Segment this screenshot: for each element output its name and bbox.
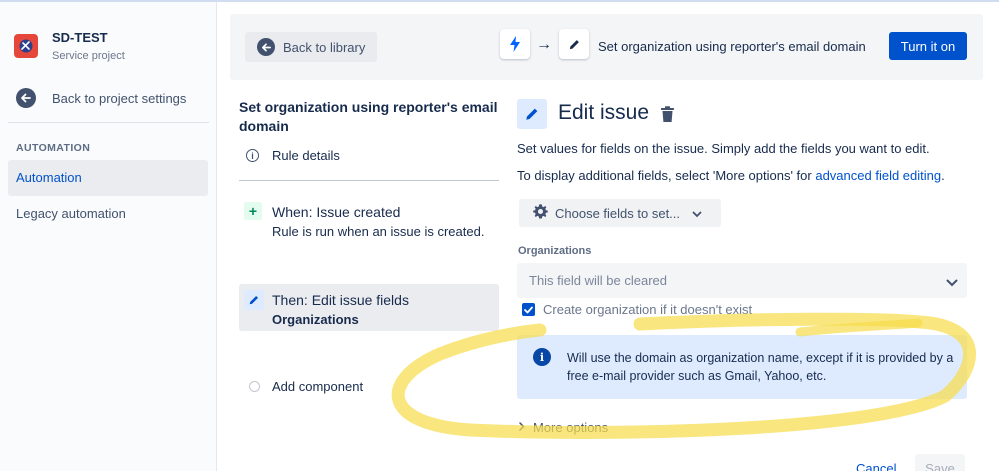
trigger-component[interactable]: + When: Issue created Rule is run when a… [239, 198, 499, 246]
back-to-library-button[interactable]: Back to library [245, 32, 378, 62]
rule-details-label: Rule details [272, 148, 340, 163]
desc2-prefix: To display additional fields, select 'Mo… [517, 168, 816, 183]
add-component-button[interactable]: Add component [249, 379, 363, 394]
info-icon: i [533, 348, 551, 366]
choose-fields-label: Choose fields to set... [555, 205, 681, 221]
project-name: SD-TEST [52, 30, 108, 45]
rule-divider [239, 180, 499, 181]
trash-icon[interactable] [660, 106, 675, 128]
back-to-library-label: Back to library [283, 39, 366, 55]
back-to-project-settings-label: Back to project settings [52, 90, 187, 106]
panel-description-2: To display additional fields, select 'Mo… [517, 168, 945, 183]
rule-details-link[interactable]: i Rule details [246, 148, 340, 163]
more-options-label: More options [533, 420, 609, 435]
action-subtitle: Organizations [272, 312, 359, 327]
circle-icon [249, 381, 260, 392]
project-header[interactable]: SD-TEST Service project [14, 30, 125, 64]
project-logo-icon [14, 34, 38, 58]
sidebar-item-automation[interactable]: Automation [8, 160, 208, 196]
create-organization-label: Create organization if it doesn't exist [543, 302, 753, 317]
lightning-icon [500, 29, 530, 59]
organizations-placeholder: This field will be cleared [529, 273, 668, 288]
gear-icon [532, 203, 549, 223]
choose-fields-dropdown[interactable]: Choose fields to set... [519, 199, 721, 227]
sidebar-item-legacy-automation[interactable]: Legacy automation [8, 196, 208, 232]
rule-toolbar: Back to library → Set organization using… [230, 14, 983, 80]
pencil-icon [244, 290, 264, 310]
toolbar-rule-title: Set organization using reporter's email … [598, 39, 866, 54]
add-component-label: Add component [272, 379, 364, 394]
trigger-title: When: Issue created [272, 204, 401, 220]
organizations-label: Organizations [518, 245, 592, 257]
trigger-subtitle: Rule is run when an issue is created. [272, 224, 485, 239]
info-message: i Will use the domain as organization na… [517, 335, 967, 399]
panel-title: Edit issue [558, 101, 650, 124]
panel-description: Set values for fields on the issue. Simp… [517, 141, 930, 156]
action-title: Then: Edit issue fields [272, 292, 409, 308]
arrow-right-icon: → [536, 36, 552, 53]
info-icon: i [246, 149, 259, 162]
info-message-text: Will use the domain as organization name… [567, 351, 954, 383]
pencil-icon [517, 99, 547, 129]
chevron-right-icon [519, 421, 525, 434]
advanced-field-editing-link[interactable]: advanced field editing [815, 168, 941, 183]
plus-icon: + [244, 202, 262, 220]
cancel-button[interactable]: Cancel [856, 461, 896, 471]
turn-it-on-button[interactable]: Turn it on [889, 32, 967, 60]
sidebar-divider [8, 122, 209, 123]
chevron-down-icon [946, 274, 958, 292]
more-options-toggle[interactable]: More options [519, 420, 608, 435]
project-type: Service project [52, 50, 125, 62]
arrow-left-icon [257, 38, 275, 56]
save-button[interactable]: Save [915, 454, 965, 471]
action-component[interactable]: Then: Edit issue fields Organizations [239, 284, 499, 331]
pencil-icon [559, 29, 589, 59]
sidebar: SD-TEST Service project Back to project … [0, 2, 217, 471]
organizations-select[interactable]: This field will be cleared [517, 263, 967, 298]
arrow-left-icon [16, 88, 36, 108]
rule-heading: Set organization using reporter's email … [239, 99, 498, 134]
create-organization-checkbox[interactable]: Create organization if it doesn't exist [522, 302, 752, 317]
back-to-project-settings-link[interactable]: Back to project settings [16, 88, 186, 108]
desc2-suffix: . [941, 168, 945, 183]
chevron-down-icon [692, 206, 702, 221]
sidebar-section-heading: AUTOMATION [16, 142, 91, 154]
checkbox-checked-icon[interactable] [522, 303, 535, 316]
